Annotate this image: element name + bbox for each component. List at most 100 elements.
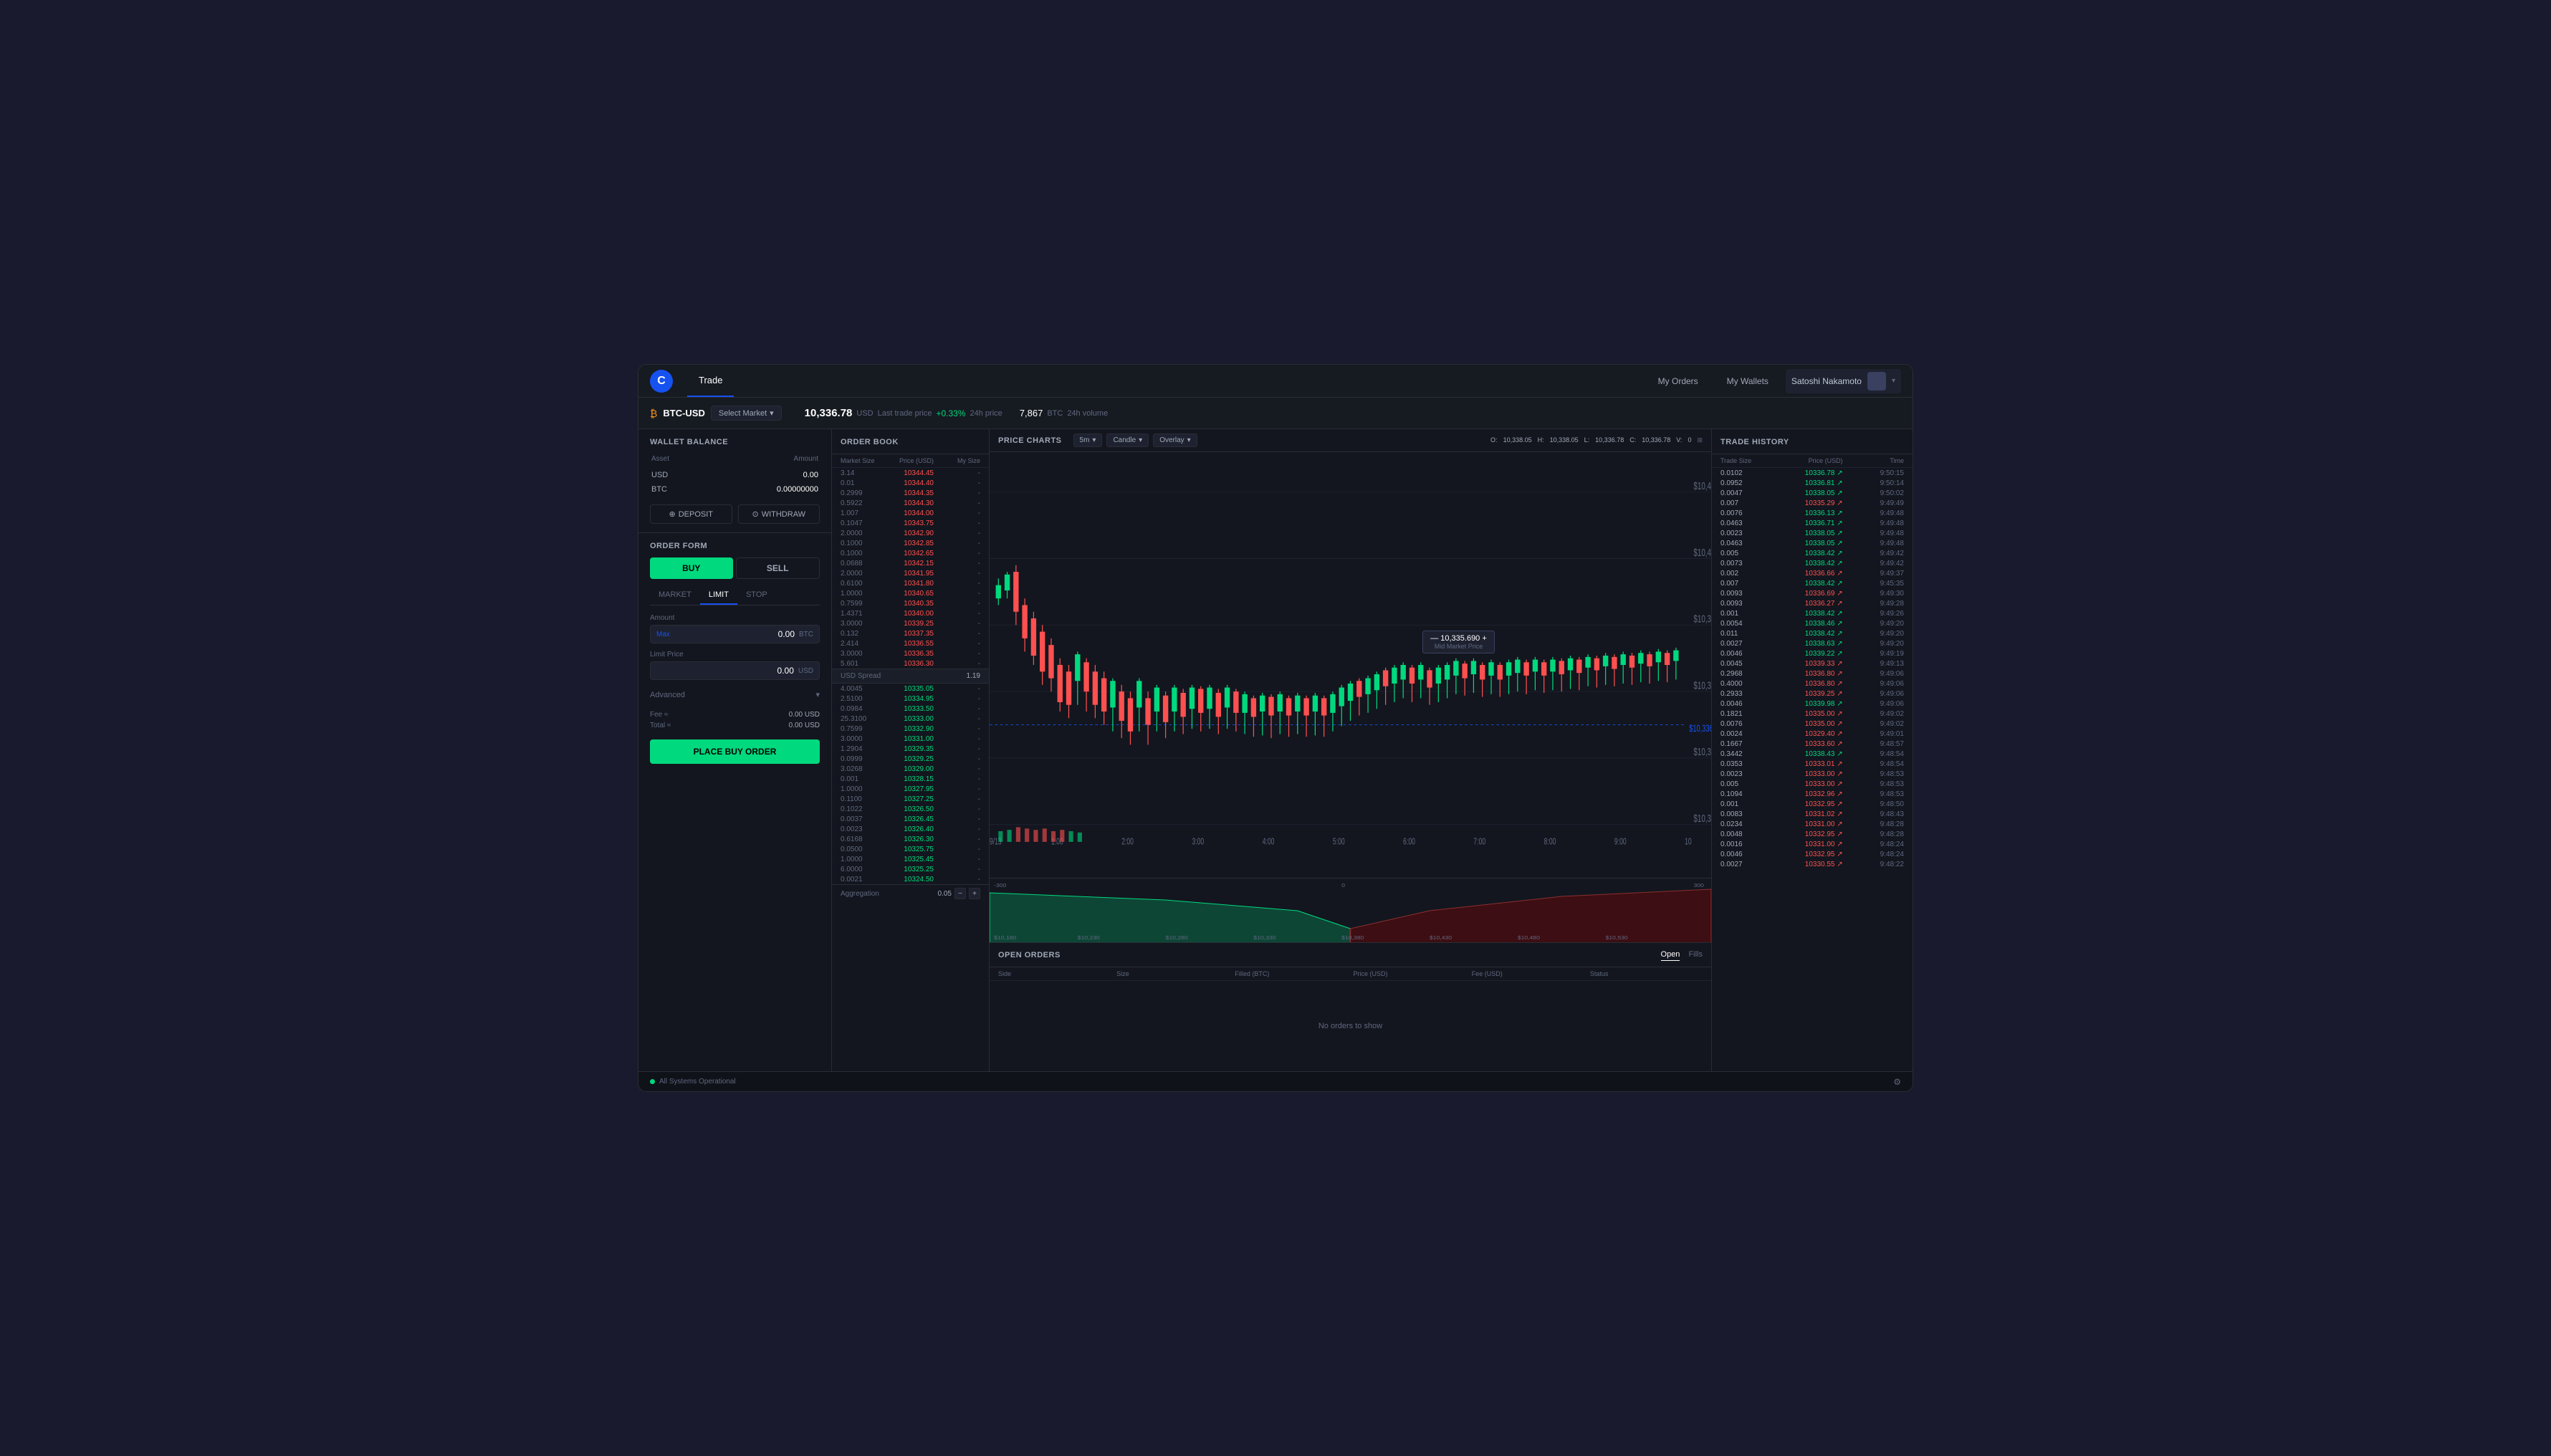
balance-table: Asset Amount USD 0.00 BTC 0.00000000 bbox=[650, 454, 820, 497]
amount-label: Amount bbox=[650, 614, 820, 622]
list-item: 0.098410333.50- bbox=[832, 704, 989, 714]
svg-text:$10,375: $10,375 bbox=[1693, 613, 1711, 626]
order-book-header: Order Book bbox=[832, 429, 989, 454]
list-item: 1.000010325.45- bbox=[832, 854, 989, 864]
buy-tab-button[interactable]: BUY bbox=[650, 557, 733, 579]
svg-text:$10,400: $10,400 bbox=[1693, 547, 1711, 559]
list-item: 3.000010336.35- bbox=[832, 648, 989, 658]
list-item: 0.004510339.33 ↗9:49:13 bbox=[1712, 658, 1913, 669]
list-item: 0.616810326.30- bbox=[832, 834, 989, 844]
logo[interactable]: C bbox=[650, 370, 673, 393]
total-label: Total ≈ bbox=[650, 722, 671, 729]
status-text: All Systems Operational bbox=[659, 1078, 736, 1086]
price-change-label: 24h price bbox=[970, 409, 1002, 418]
svg-text:$10,325: $10,325 bbox=[1693, 746, 1711, 758]
list-item: 0.002310326.40- bbox=[832, 824, 989, 834]
settings-icon[interactable]: ⚙ bbox=[1893, 1077, 1901, 1087]
price-col-header: Price (USD) bbox=[1354, 970, 1466, 977]
list-item: 0.009310336.69 ↗9:49:30 bbox=[1712, 588, 1913, 598]
l-value: 10,336.78 bbox=[1595, 436, 1624, 444]
c-label: C: bbox=[1629, 436, 1636, 444]
list-item: 0.009310336.27 ↗9:49:28 bbox=[1712, 598, 1913, 608]
profile-chevron-icon: ▾ bbox=[1892, 377, 1895, 385]
svg-text:8:00: 8:00 bbox=[1544, 837, 1556, 847]
list-item: 4.004510335.05- bbox=[832, 684, 989, 694]
withdraw-label: WITHDRAW bbox=[762, 510, 805, 519]
list-item: 3.000010331.00- bbox=[832, 734, 989, 744]
price-usd-col-header: Price (USD) bbox=[1781, 457, 1842, 464]
advanced-toggle[interactable]: Advanced ▾ bbox=[650, 687, 820, 702]
charts-area: Price Charts 5m ▾ Candle ▾ Overlay ▾ bbox=[990, 429, 1712, 1071]
timeframe-dropdown[interactable]: 5m ▾ bbox=[1073, 434, 1103, 447]
chart-type-dropdown[interactable]: Candle ▾ bbox=[1106, 434, 1149, 447]
l-label: L: bbox=[1584, 436, 1590, 444]
select-market-button[interactable]: Select Market ▾ bbox=[711, 406, 782, 421]
amount-unit: BTC bbox=[799, 631, 813, 638]
overlay-dropdown[interactable]: Overlay ▾ bbox=[1153, 434, 1197, 447]
trade-history-rows: 0.010210336.78 ↗9:50:15 0.095210336.81 ↗… bbox=[1712, 468, 1913, 1071]
fee-label: Fee ≈ bbox=[650, 711, 669, 719]
spread-value: 1.19 bbox=[967, 672, 980, 680]
svg-text:10: 10 bbox=[1685, 837, 1692, 847]
user-profile[interactable]: Satoshi Nakamoto ▾ bbox=[1786, 369, 1901, 393]
h-label: H: bbox=[1538, 436, 1544, 444]
overlay-value: Overlay bbox=[1159, 436, 1184, 444]
list-item: 0.007310338.42 ↗9:49:42 bbox=[1712, 558, 1913, 568]
list-item: 0.299910344.35- bbox=[832, 488, 989, 498]
volume-value: 7,867 bbox=[1020, 408, 1043, 418]
svg-text:$10,430: $10,430 bbox=[1430, 935, 1452, 941]
aggregation-value: 0.05 bbox=[938, 890, 952, 898]
depth-chart-svg: -300 0 300 $10,180 $10,230 $10,280 $10,3… bbox=[990, 878, 1711, 942]
open-tab[interactable]: Open bbox=[1661, 949, 1680, 961]
svg-text:$10,380: $10,380 bbox=[1341, 935, 1364, 941]
aggregation-controls: 0.05 − + bbox=[938, 888, 980, 899]
svg-text:9:00: 9:00 bbox=[1614, 837, 1627, 847]
market-order-tab[interactable]: MARKET bbox=[650, 586, 700, 605]
list-item: 1.00710344.00- bbox=[832, 508, 989, 518]
nav-tab-trade[interactable]: Trade bbox=[687, 365, 734, 397]
buy-sell-tabs: BUY SELL bbox=[650, 557, 820, 579]
my-wallets-button[interactable]: My Wallets bbox=[1715, 372, 1780, 391]
limit-price-input[interactable] bbox=[656, 666, 794, 676]
pair-info: ₿ BTC-USD Select Market ▾ bbox=[650, 406, 782, 421]
svg-text:$10,330: $10,330 bbox=[1253, 935, 1276, 941]
list-item: 0.001610331.00 ↗9:48:24 bbox=[1712, 839, 1913, 849]
amount-col-header: Amount bbox=[703, 455, 819, 467]
expand-icon[interactable]: ⊞ bbox=[1697, 436, 1703, 444]
v-value: 0 bbox=[1688, 436, 1691, 444]
amount-input[interactable] bbox=[674, 629, 795, 639]
candlestick-chart[interactable]: $10,425 $10,400 $10,375 $10,350 $10,336.… bbox=[990, 452, 1711, 878]
deposit-button[interactable]: ⊕ DEPOSIT bbox=[650, 504, 732, 524]
list-item: 0.344210338.43 ↗9:48:54 bbox=[1712, 749, 1913, 759]
my-orders-button[interactable]: My Orders bbox=[1647, 372, 1710, 391]
volume-unit: BTC bbox=[1047, 409, 1063, 418]
aggregation-increase-button[interactable]: + bbox=[969, 888, 980, 899]
user-name: Satoshi Nakamoto bbox=[1791, 376, 1862, 386]
list-item: 0.003710326.45- bbox=[832, 814, 989, 824]
amount-max-link[interactable]: Max bbox=[656, 631, 670, 638]
status-bar: All Systems Operational ⚙ bbox=[638, 1071, 1913, 1091]
list-item: 0.002310333.00 ↗9:48:53 bbox=[1712, 769, 1913, 779]
limit-order-tab[interactable]: LIMIT bbox=[700, 586, 737, 605]
svg-text:$10,336.78: $10,336.78 bbox=[1689, 722, 1711, 734]
asset-usd: USD bbox=[651, 469, 702, 482]
stop-order-tab[interactable]: STOP bbox=[737, 586, 776, 605]
list-item: 0.00110338.42 ↗9:49:26 bbox=[1712, 608, 1913, 618]
fills-tab[interactable]: Fills bbox=[1688, 949, 1703, 961]
spread-label: USD Spread bbox=[841, 672, 881, 680]
order-form-title: Order Form bbox=[650, 542, 820, 550]
svg-text:$10,230: $10,230 bbox=[1078, 935, 1101, 941]
place-order-button[interactable]: PLACE BUY ORDER bbox=[650, 739, 820, 764]
chart-type-value: Candle bbox=[1113, 436, 1136, 444]
order-book-panel: Order Book Market Size Price (USD) My Si… bbox=[832, 429, 990, 1071]
withdraw-button[interactable]: ⊙ WITHDRAW bbox=[738, 504, 820, 524]
order-form-section: Order Form BUY SELL MARKET LIMIT STOP Am… bbox=[638, 533, 831, 1071]
sell-tab-button[interactable]: SELL bbox=[736, 557, 820, 579]
last-price-value: 10,336.78 bbox=[805, 407, 853, 419]
list-item: 0.004710338.05 ↗9:50:02 bbox=[1712, 488, 1913, 498]
list-item: 0.01110338.42 ↗9:49:20 bbox=[1712, 628, 1913, 638]
aggregation-decrease-button[interactable]: − bbox=[954, 888, 966, 899]
list-item: 0.005410338.46 ↗9:49:20 bbox=[1712, 618, 1913, 628]
select-market-chevron-icon: ▾ bbox=[770, 408, 774, 418]
o-label: O: bbox=[1490, 436, 1498, 444]
